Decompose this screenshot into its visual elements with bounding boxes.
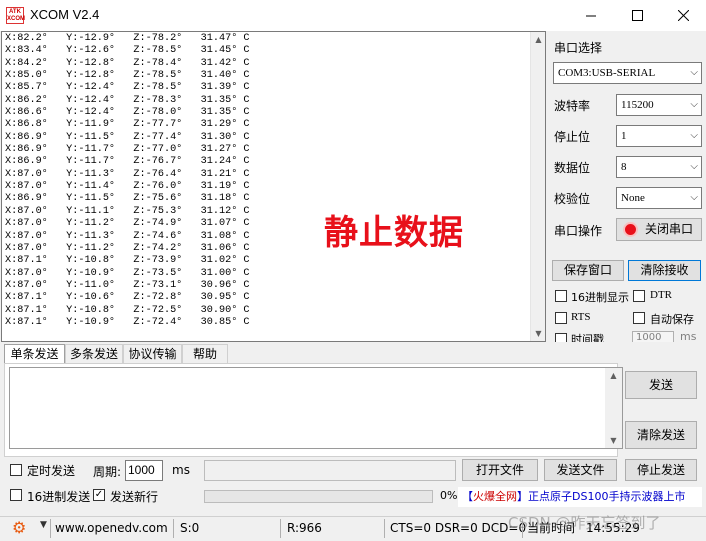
sent-count: S:0 <box>180 521 200 535</box>
chevron-down-icon[interactable]: ▼ <box>40 520 47 530</box>
databits-label: 数据位 <box>554 161 591 175</box>
baud-value: 115200 <box>621 99 654 111</box>
timestamp-row: 时间戳 1000 ms <box>550 330 706 342</box>
stopbits-select[interactable]: 1 ⌵ <box>616 125 702 147</box>
progress-percent: 0% <box>440 489 458 502</box>
close-port-label: 关闭串口 <box>645 222 694 236</box>
close-port-button[interactable]: 关闭串口 <box>616 218 702 241</box>
status-separator <box>280 519 281 538</box>
scroll-up-icon[interactable]: ▲ <box>531 32 546 47</box>
send-progress-bar <box>204 490 433 503</box>
send-newline-checkbox[interactable]: ✓ <box>93 489 105 501</box>
timestamp-unit: ms <box>680 330 697 342</box>
timestamp-checkbox[interactable] <box>555 333 567 342</box>
watermark: CSDN @昨天忘签到了 <box>508 514 661 532</box>
gear-icon[interactable]: ⚙ <box>12 519 32 537</box>
parity-value: None <box>621 192 645 204</box>
tab-multi-send[interactable]: 多条发送 <box>65 344 123 364</box>
chevron-down-icon: ⌵ <box>690 161 698 172</box>
tab-help[interactable]: 帮助 <box>182 344 228 364</box>
chevron-down-icon: ⌵ <box>690 99 698 110</box>
send-newline-label: 发送新行 <box>110 490 159 504</box>
databits-value: 8 <box>621 161 627 173</box>
port-op-label: 串口操作 <box>554 224 603 238</box>
tab-single-send[interactable]: 单条发送 <box>4 344 65 364</box>
scroll-up-icon[interactable]: ▲ <box>605 368 622 383</box>
stopbits-value: 1 <box>621 130 627 142</box>
baud-select[interactable]: 115200 ⌵ <box>616 94 702 116</box>
databits-select[interactable]: 8 ⌵ <box>616 156 702 178</box>
stop-send-button[interactable]: 停止发送 <box>625 459 697 481</box>
period-unit: ms <box>172 463 190 477</box>
dtr-label: DTR <box>650 289 672 301</box>
chevron-down-icon: ⌵ <box>690 192 698 203</box>
signal-status: CTS=0 DSR=0 DCD=0 <box>390 521 527 535</box>
auto-save-checkbox[interactable] <box>633 312 645 324</box>
hex-send-checkbox[interactable] <box>10 489 22 501</box>
rts-checkbox[interactable] <box>555 312 567 324</box>
checkmark-icon: ✓ <box>94 489 104 500</box>
maximize-button[interactable] <box>614 0 660 31</box>
baud-label: 波特率 <box>554 99 591 113</box>
ad-banner[interactable]: 【火爆全网】正点原子DS100手持示波器上市 <box>458 487 702 507</box>
receive-scrollbar[interactable]: ▲ ▼ <box>530 32 545 341</box>
parity-select[interactable]: None ⌵ <box>616 187 702 209</box>
port-select[interactable]: COM3:USB-SERIAL ⌵ <box>553 62 702 84</box>
minimize-button[interactable] <box>568 0 614 31</box>
maximize-icon <box>631 10 643 21</box>
chevron-down-icon: ⌵ <box>690 67 698 78</box>
clear-send-button[interactable]: 清除发送 <box>625 421 697 449</box>
hex-send-label: 16进制发送 <box>27 490 91 504</box>
receive-text: X:82.2° Y:-12.9° Z:-78.2° 31.47° C X:83.… <box>5 33 250 328</box>
window-title: XCOM V2.4 <box>30 7 100 22</box>
tab-protocol[interactable]: 协议传输 <box>123 344 182 364</box>
minimize-icon <box>585 15 596 17</box>
scroll-down-icon[interactable]: ▼ <box>605 433 622 448</box>
period-label: 周期: <box>93 465 122 479</box>
port-status-icon <box>623 222 638 237</box>
timestamp-label: 时间戳 <box>571 333 604 342</box>
auto-save-label: 自动保存 <box>650 313 694 326</box>
file-path-field[interactable] <box>204 460 456 481</box>
send-input[interactable] <box>9 367 623 449</box>
save-window-button[interactable]: 保存窗口 <box>552 260 624 281</box>
hex-display-label: 16进制显示 <box>571 291 629 304</box>
dtr-checkbox[interactable] <box>633 290 645 302</box>
overlay-caption: 静止数据 <box>324 213 464 253</box>
hex-display-checkbox[interactable] <box>555 290 567 302</box>
parity-label: 校验位 <box>554 192 591 206</box>
ad-link[interactable]: 【火爆全网】正点原子DS100手持示波器上市 <box>462 490 685 503</box>
scroll-down-icon[interactable]: ▼ <box>531 326 546 341</box>
close-window-button[interactable] <box>660 0 706 31</box>
app-logo: ATK XCOM <box>6 7 25 24</box>
status-separator <box>50 519 51 538</box>
send-file-button[interactable]: 发送文件 <box>544 459 617 481</box>
receive-area[interactable]: X:82.2° Y:-12.9° Z:-78.2° 31.47° C X:83.… <box>1 31 546 342</box>
send-button[interactable]: 发送 <box>625 371 697 399</box>
status-separator <box>384 519 385 538</box>
send-scrollbar[interactable]: ▲ ▼ <box>605 368 622 448</box>
timed-send-label: 定时发送 <box>27 464 76 478</box>
stopbits-label: 停止位 <box>554 130 591 144</box>
period-input[interactable]: 1000 <box>125 460 163 481</box>
website-link[interactable]: www.openedv.com <box>55 517 168 540</box>
rts-label: RTS <box>571 311 591 323</box>
status-separator <box>173 519 174 538</box>
chevron-down-icon: ⌵ <box>690 130 698 141</box>
timed-send-checkbox[interactable] <box>10 464 22 476</box>
received-count: R:966 <box>287 521 322 535</box>
port-select-value: COM3:USB-SERIAL <box>558 67 656 79</box>
timestamp-input[interactable]: 1000 <box>632 331 674 342</box>
port-select-label: 串口选择 <box>554 41 603 55</box>
open-file-button[interactable]: 打开文件 <box>462 459 538 481</box>
close-icon <box>677 10 689 21</box>
clear-receive-button[interactable]: 清除接收 <box>628 260 701 281</box>
